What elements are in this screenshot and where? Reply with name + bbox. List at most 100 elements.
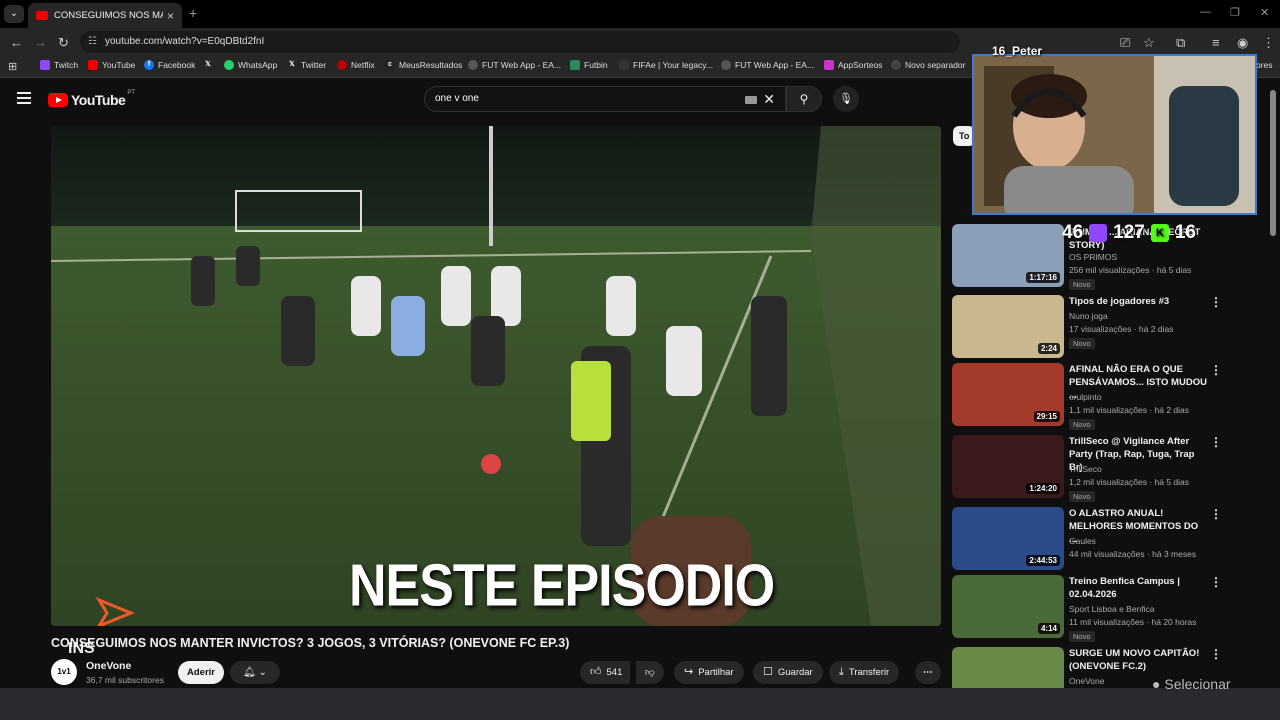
extensions-icon[interactable]: ⧉ — [1176, 35, 1185, 51]
bookmark-fifae[interactable]: FIFAe | Your legacy... — [619, 60, 713, 70]
recommendation-item[interactable]: 2:24 Tipos de jogadores #3 Nuno joga 17 … — [952, 295, 1277, 359]
search-button[interactable]: ⚲ — [786, 86, 822, 112]
more-options-icon[interactable]: ⋮ — [1210, 295, 1222, 309]
more-options-icon[interactable]: ⋮ — [1210, 647, 1222, 661]
recommendation-channel[interactable]: Gaules — [1069, 536, 1096, 546]
install-app-icon[interactable]: ⎚ — [1120, 35, 1130, 51]
menu-icon[interactable]: ⋮ — [1262, 35, 1275, 51]
download-button[interactable]: ⤓ Transferir — [829, 661, 900, 684]
bookmark-youtube[interactable]: YouTube — [88, 60, 135, 70]
profile-icon[interactable]: ◉ — [1237, 35, 1248, 51]
media-control-icon[interactable]: ≡ — [1212, 35, 1220, 50]
recommendation-title[interactable]: SURGE UM NOVO CAPITÃO! (ONEVONE FC.2) — [1069, 647, 1207, 673]
recommendation-channel[interactable]: orulpinto — [1069, 392, 1102, 402]
new-tab-button[interactable]: + — [189, 5, 197, 21]
search-input[interactable]: one v one ✕ — [424, 86, 786, 112]
globe-icon — [891, 60, 901, 70]
bookmark-twitch[interactable]: Twitch — [40, 60, 78, 70]
voice-search-button[interactable]: 🎙 — [833, 86, 859, 112]
video-thumbnail[interactable]: 1:24:20 — [952, 435, 1064, 498]
new-badge: Novo — [1069, 491, 1095, 502]
join-button[interactable]: Aderir — [178, 661, 224, 684]
video-player[interactable]: NESTE EPISODIO — [51, 126, 941, 626]
thumbs-up-icon: 👍︎ — [590, 666, 602, 678]
youtube-favicon-icon — [36, 11, 48, 20]
bookmark-appsorteos[interactable]: AppSorteos — [824, 60, 882, 70]
recommendation-channel[interactable]: OneVone — [1069, 676, 1104, 686]
whatsapp-icon — [224, 60, 234, 70]
bookmark-whatsapp[interactable]: WhatsApp — [224, 60, 277, 70]
site-info-icon[interactable]: ☷ — [88, 31, 97, 53]
bookmark-star-icon[interactable]: ☆ — [1143, 35, 1155, 51]
bookmark-twitter[interactable]: 𝕏 Twitter — [287, 60, 326, 70]
youtube-icon — [88, 60, 98, 70]
like-button[interactable]: 👍︎ 541 — [580, 661, 631, 684]
globe-icon — [468, 60, 478, 70]
video-thumbnail[interactable]: 29:15 — [952, 363, 1064, 426]
channel-avatar[interactable]: 1v1 — [51, 659, 77, 685]
video-title: CONSEGUIMOS NOS MANTER INVICTOS? 3 JOGOS… — [51, 636, 570, 650]
recommendation-channel[interactable]: Nuno joga — [1069, 311, 1108, 321]
more-options-icon[interactable]: ⋮ — [1210, 363, 1222, 377]
futbin-icon — [570, 60, 580, 70]
more-options-icon[interactable]: ⋮ — [1210, 507, 1222, 521]
youtube-logo[interactable]: YouTube PT — [48, 90, 135, 108]
recommendation-title[interactable]: Tipos de jogadores #3 — [1069, 295, 1207, 308]
bookmark-fut-web-app-2[interactable]: FUT Web App - EA... — [721, 60, 814, 70]
more-actions-button[interactable]: ⋯ — [915, 661, 941, 684]
more-options-icon[interactable]: ⋮ — [1210, 575, 1222, 589]
video-thumbnail[interactable]: 2:24 — [952, 295, 1064, 358]
video-thumbnail[interactable]: 1:17:16 — [952, 224, 1064, 287]
apps-grid-icon[interactable]: ⊞ — [8, 60, 17, 73]
recommendation-item[interactable]: 4:14 Treino Benfica Campus | 02.04.2026 … — [952, 575, 1277, 642]
keyboard-icon[interactable] — [745, 96, 757, 104]
hamburger-menu-icon[interactable] — [17, 92, 31, 104]
save-button[interactable]: ☐ Guardar — [753, 661, 823, 684]
more-options-icon[interactable]: ⋮ — [1210, 435, 1222, 449]
bookmark-facebook[interactable]: f Facebook — [144, 60, 195, 70]
recommendation-title[interactable]: Treino Benfica Campus | 02.04.2026 — [1069, 575, 1207, 601]
url-field[interactable]: ☷ youtube.com/watch?v=E0qDBtd2fnI — [80, 31, 960, 53]
recommendation-item[interactable]: 1:24:20 TrillSeco @ Vigilance After Part… — [952, 435, 1277, 502]
bookmark-netflix[interactable]: Netflix — [337, 60, 375, 70]
bookmark-meusresultados[interactable]: c MeusResultados — [385, 60, 462, 70]
scrollbar[interactable] — [1270, 90, 1276, 236]
close-window-button[interactable]: ✕ — [1260, 6, 1269, 19]
recommendation-channel[interactable]: TrillSeco — [1069, 464, 1102, 474]
microphone-icon: 🎙 — [839, 93, 853, 105]
bookmark-novo-separador[interactable]: Novo separador — [891, 60, 965, 70]
recommendation-meta: 44 mil visualizações · há 3 meses — [1069, 549, 1197, 559]
share-button[interactable]: ↪ Partilhar — [674, 661, 744, 684]
recommendation-item[interactable]: 29:15 AFINAL NÃO ERA O QUE PENSÁVAMOS...… — [952, 363, 1277, 430]
video-thumbnail[interactable]: 2:44:53 — [952, 507, 1064, 570]
thumbs-down-icon: 👎︎ — [645, 667, 655, 678]
select-button[interactable]: ● Selecionar — [1152, 676, 1231, 692]
bookmark-more[interactable]: ores — [1256, 60, 1273, 70]
browser-tab[interactable]: CONSEGUIMOS NOS MANTER × — [28, 3, 182, 28]
recommendation-channel[interactable]: OS PRIMOS — [1069, 252, 1117, 262]
recommendation-meta: 256 mil visualizações · há 5 dias — [1069, 265, 1192, 275]
minimize-button[interactable]: — — [1200, 6, 1211, 18]
close-tab-icon[interactable]: × — [167, 9, 174, 23]
tiktok-count: 46 — [1062, 222, 1084, 243]
forward-button[interactable]: → — [34, 35, 47, 50]
bookmark-x[interactable]: 𝕏 — [203, 60, 217, 70]
clear-search-icon[interactable]: ✕ — [763, 87, 775, 111]
notifications-button[interactable]: 🔔︎ ⌄ — [230, 661, 280, 684]
back-button[interactable]: ← — [10, 35, 23, 50]
tab-search-button[interactable]: ⌄ — [4, 5, 24, 23]
dislike-button[interactable]: 👎︎ — [636, 661, 664, 684]
recommendation-item[interactable]: 2:44:53 O ALASTRO ANUAL! MELHORES MOMENT… — [952, 507, 1277, 571]
bell-icon: 🔔︎ — [243, 667, 256, 678]
bookmark-futbin[interactable]: Futbin — [570, 60, 608, 70]
maximize-button[interactable]: ❐ — [1230, 6, 1240, 19]
channel-name[interactable]: OneVone — [86, 660, 131, 672]
reload-button[interactable]: ↻ — [58, 35, 69, 51]
video-thumbnail[interactable] — [952, 647, 1064, 688]
facebook-icon: f — [144, 60, 154, 70]
twitch-icon — [1089, 224, 1108, 242]
video-thumbnail[interactable]: 4:14 — [952, 575, 1064, 638]
x-icon: 𝕏 — [205, 61, 211, 68]
bookmark-fut-web-app[interactable]: FUT Web App - EA... — [468, 60, 561, 70]
recommendation-channel[interactable]: Sport Lisboa e Benfica — [1069, 604, 1155, 614]
